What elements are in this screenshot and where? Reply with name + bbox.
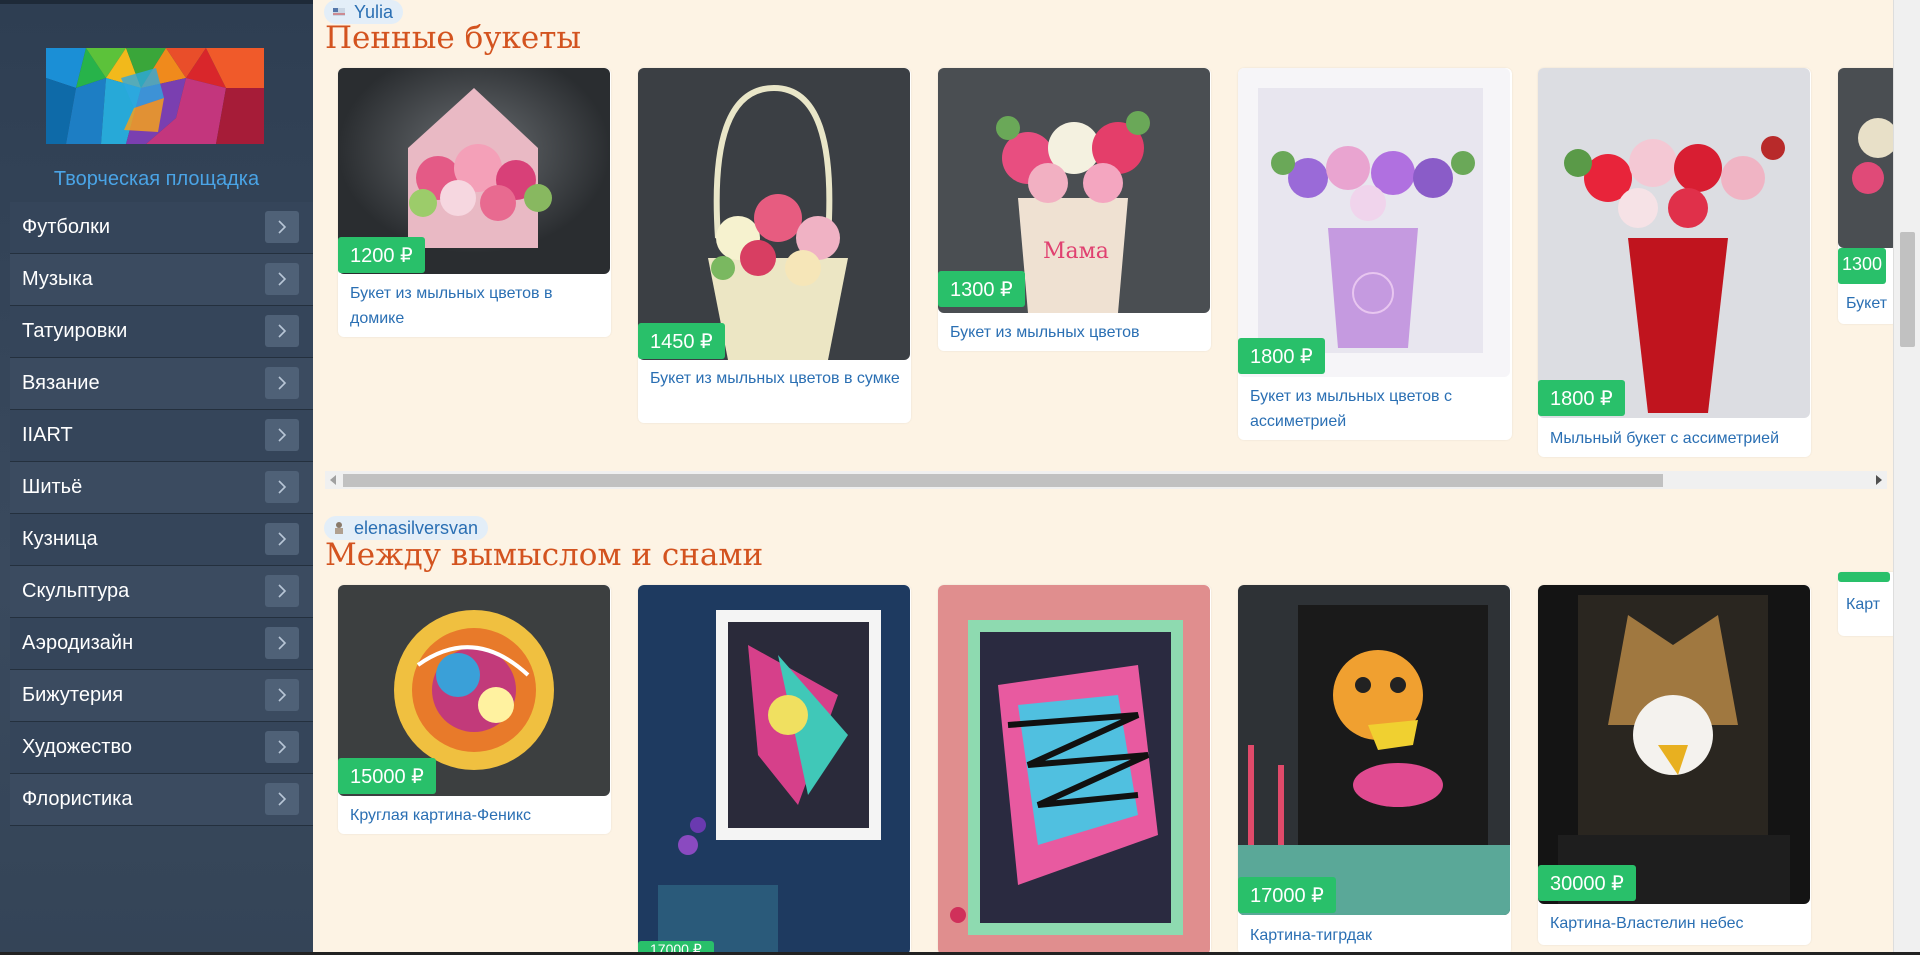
price-tag: 1800 ₽ bbox=[1238, 338, 1325, 374]
scroll-left-arrow-icon[interactable] bbox=[330, 475, 336, 485]
page-scrollbar-thumb[interactable] bbox=[1900, 232, 1915, 347]
menu-item-label: Татуировки bbox=[22, 320, 128, 342]
menu-item-label: Скульптура bbox=[22, 580, 130, 602]
product-title[interactable]: Букет bbox=[1846, 291, 1888, 316]
chevron-right-icon[interactable] bbox=[265, 575, 299, 607]
product-title[interactable]: Мыльный букет с ассиметрией bbox=[1550, 426, 1801, 451]
product-card[interactable]: 30000 ₽ Картина-Властелин небес bbox=[1538, 585, 1811, 945]
product-card[interactable]: 1450 ₽ Букет из мыльных цветов в сумке bbox=[638, 68, 911, 423]
menu-item-khudozhestvo[interactable]: Художество bbox=[10, 722, 313, 774]
product-title[interactable]: Картина-тигрдак bbox=[1250, 923, 1501, 948]
menu-item-label: Бижутерия bbox=[22, 684, 124, 706]
menu-item-label: Шитьё bbox=[22, 476, 83, 498]
price-tag: 1300 ₽ bbox=[938, 271, 1025, 307]
price-tag: 1450 ₽ bbox=[638, 323, 725, 359]
price-tag: 1800 ₽ bbox=[1538, 380, 1625, 416]
product-title[interactable]: Букет из мыльных цветов в сумке bbox=[650, 366, 901, 391]
owner-name: elenasilversvan bbox=[354, 517, 479, 538]
chevron-right-icon[interactable] bbox=[265, 315, 299, 347]
menu-item-label: Кузница bbox=[22, 528, 98, 550]
menu-item-shityo[interactable]: Шитьё bbox=[10, 462, 313, 514]
price-tag: 1200 ₽ bbox=[338, 237, 425, 273]
product-image[interactable] bbox=[938, 585, 1210, 955]
product-image[interactable] bbox=[1238, 585, 1510, 915]
product-image[interactable] bbox=[1538, 585, 1810, 904]
chevron-right-icon[interactable] bbox=[265, 211, 299, 243]
product-image[interactable] bbox=[1538, 68, 1810, 418]
product-card[interactable]: 15000 ₽ Круглая картина-Феникс bbox=[338, 585, 611, 834]
product-title[interactable]: Карт bbox=[1846, 592, 1888, 617]
menu-item-label: Вязание bbox=[22, 372, 100, 394]
product-image[interactable] bbox=[1838, 68, 1893, 248]
product-image[interactable] bbox=[638, 68, 910, 360]
chevron-right-icon[interactable] bbox=[265, 783, 299, 815]
svg-text:Мама: Мама bbox=[1043, 239, 1109, 264]
price-tag bbox=[1838, 572, 1890, 582]
product-image[interactable] bbox=[638, 585, 910, 955]
menu-item-label: Флористика bbox=[22, 788, 133, 810]
chevron-right-icon[interactable] bbox=[265, 471, 299, 503]
product-title[interactable]: Букет из мыльных цветов bbox=[950, 320, 1201, 345]
chevron-right-icon[interactable] bbox=[265, 679, 299, 711]
menu-item-bizhuteriya[interactable]: Бижутерия bbox=[10, 670, 313, 722]
product-card[interactable]: 1300 Букет bbox=[1838, 68, 1893, 324]
menu-item-aerodizain[interactable]: Аэродизайн bbox=[10, 618, 313, 670]
menu-item-floristika[interactable]: Флористика bbox=[10, 774, 313, 826]
user-avatar-icon bbox=[332, 521, 346, 535]
menu-item-vyazanie[interactable]: Вязание bbox=[10, 358, 313, 410]
product-card[interactable]: Мама 1300 ₽ Букет из мыльных цветов bbox=[938, 68, 1211, 351]
product-title[interactable]: Круглая картина-Феникс bbox=[350, 803, 601, 828]
product-card[interactable]: 1800 ₽ Мыльный букет с ассиметрией bbox=[1538, 68, 1811, 457]
price-tag: 30000 ₽ bbox=[1538, 865, 1636, 901]
menu-item-label: Художество bbox=[22, 736, 132, 758]
menu-item-tatuirovki[interactable]: Татуировки bbox=[10, 306, 313, 358]
chevron-right-icon[interactable] bbox=[265, 523, 299, 555]
price-tag: 17000 ₽ bbox=[1238, 877, 1336, 913]
chevron-right-icon[interactable] bbox=[265, 263, 299, 295]
menu-item-kuznitsa[interactable]: Кузница bbox=[10, 514, 313, 566]
menu-item-label: IIART bbox=[22, 424, 73, 446]
scrollbar-thumb[interactable] bbox=[343, 474, 1663, 487]
chevron-right-icon[interactable] bbox=[265, 419, 299, 451]
site-logo[interactable] bbox=[46, 48, 264, 144]
site-tagline: Творческая площадка bbox=[53, 168, 260, 190]
scroll-right-arrow-icon[interactable] bbox=[1876, 475, 1882, 485]
category-menu: Футболки Музыка Татуировки Вязание IIART… bbox=[10, 202, 313, 826]
chevron-right-icon[interactable] bbox=[265, 731, 299, 763]
product-card[interactable]: Карт bbox=[1838, 572, 1893, 636]
menu-item-skulptura[interactable]: Скульптура bbox=[10, 566, 313, 618]
horizontal-scrollbar[interactable] bbox=[325, 471, 1887, 489]
product-image[interactable] bbox=[1238, 68, 1510, 377]
sidebar: Творческая площадка Футболки Музыка Тату… bbox=[0, 0, 313, 955]
menu-item-label: Аэродизайн bbox=[22, 632, 134, 654]
main-content: Yulia Пенные букеты 1200 ₽ Букет из мыль… bbox=[313, 0, 1893, 955]
sidebar-top-border bbox=[0, 0, 313, 4]
user-avatar-icon bbox=[332, 5, 346, 19]
menu-item-iiart[interactable]: IIART bbox=[10, 410, 313, 462]
chevron-right-icon[interactable] bbox=[265, 627, 299, 659]
product-card[interactable]: 1200 ₽ Букет из мыльных цветов в домике bbox=[338, 68, 611, 337]
menu-item-label: Музыка bbox=[22, 268, 93, 290]
menu-item-muzyka[interactable]: Музыка bbox=[10, 254, 313, 306]
price-tag: 15000 ₽ bbox=[338, 758, 436, 794]
product-card[interactable]: 1800 ₽ Букет из мыльных цветов с ассимет… bbox=[1238, 68, 1512, 440]
section-title[interactable]: Пенные букеты bbox=[325, 20, 581, 56]
product-title[interactable]: Картина-Властелин небес bbox=[1550, 911, 1801, 936]
price-tag: 1300 bbox=[1838, 248, 1887, 284]
section-title[interactable]: Между вымыслом и снами bbox=[325, 537, 763, 573]
product-card[interactable]: 17000 ₽ bbox=[638, 585, 911, 955]
chevron-right-icon[interactable] bbox=[265, 367, 299, 399]
page-scrollbar[interactable] bbox=[1893, 0, 1920, 955]
product-card[interactable]: 17000 ₽ Картина-тигрдак bbox=[1238, 585, 1511, 955]
menu-item-label: Футболки bbox=[22, 216, 111, 238]
product-title[interactable]: Букет из мыльных цветов с ассиметрией bbox=[1250, 384, 1502, 434]
product-card[interactable] bbox=[938, 585, 1211, 955]
menu-item-futbolki[interactable]: Футболки bbox=[10, 202, 313, 254]
product-title[interactable]: Букет из мыльных цветов в домике bbox=[350, 281, 601, 331]
